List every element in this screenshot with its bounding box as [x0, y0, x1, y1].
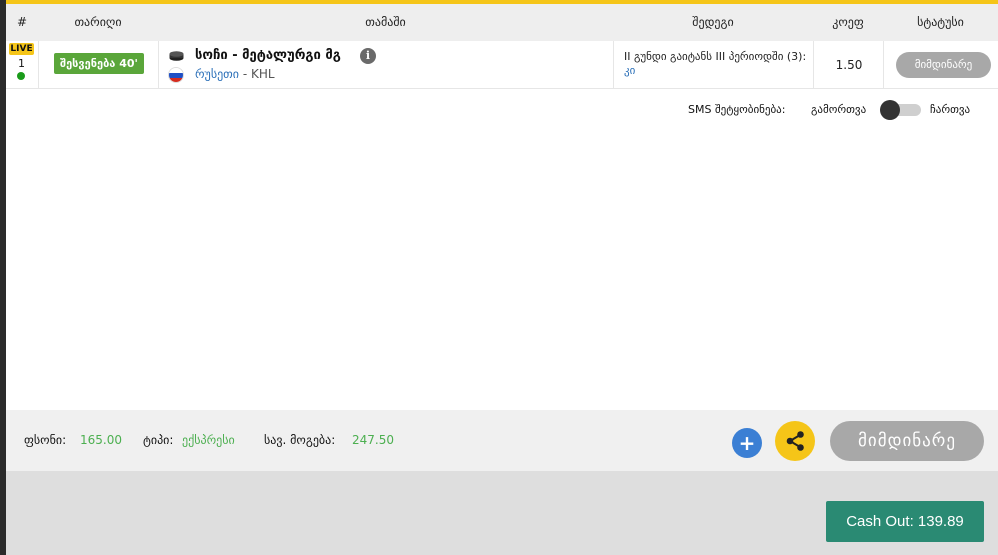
bet-status-badge: მიმდინარე: [896, 52, 991, 78]
sms-on-label[interactable]: ჩართვა: [930, 103, 970, 116]
add-button[interactable]: +: [732, 428, 762, 458]
odds-value: 1.50: [835, 58, 863, 72]
bet-type-value: ექსპრესი: [182, 433, 235, 447]
column-divider: [158, 41, 159, 89]
info-icon[interactable]: i: [360, 48, 376, 64]
bet-type-label: ტიპი:: [143, 433, 174, 447]
header-game: თამაში: [365, 15, 406, 29]
match-period-badge: შესვენება 40': [54, 53, 144, 74]
league-name: - KHL: [239, 67, 275, 81]
outcome-market: II გუნდი გაიტანს III პერიოდში (3):: [624, 50, 807, 63]
bet-status-button[interactable]: მიმდინარე: [830, 421, 984, 461]
potential-win-value: 247.50: [352, 433, 394, 447]
table-header: # თარიღი თამაში შედეგი კოეფ სტატუსი: [6, 4, 998, 41]
stake-value: 165.00: [80, 433, 122, 447]
toggle-knob[interactable]: [880, 100, 900, 120]
sms-toggle-switch[interactable]: [880, 100, 921, 120]
table-row: LIVE 1 შესვენება 40' სოჩი - მეტალურგი მგ…: [6, 41, 998, 89]
header-outcome: შედეგი: [692, 15, 734, 29]
footer-bar: Cash Out: 139.89: [6, 471, 998, 555]
match-title[interactable]: სოჩი - მეტალურგი მგ: [195, 48, 341, 63]
column-divider: [38, 41, 39, 89]
cash-out-button[interactable]: Cash Out: 139.89: [826, 501, 984, 542]
bet-details-panel: # თარიღი თამაში შედეგი კოეფ სტატუსი LIVE…: [6, 0, 998, 555]
share-button[interactable]: [775, 421, 815, 461]
header-number: #: [16, 15, 28, 29]
hockey-puck-icon: [169, 51, 184, 61]
stake-label: ფსონი:: [24, 433, 67, 447]
header-odds: კოეფ: [832, 15, 864, 29]
header-date: თარიღი: [74, 15, 122, 29]
outcome-description: II გუნდი გაიტანს III პერიოდში (3): კი: [624, 50, 814, 78]
column-divider: [613, 41, 614, 89]
league-info: რუსეთი - KHL: [195, 67, 275, 81]
row-number: 1: [18, 57, 25, 70]
header-status: სტატუსი: [917, 15, 964, 29]
russia-flag-icon: [168, 67, 184, 83]
country-name[interactable]: რუსეთი: [195, 67, 239, 81]
share-icon: [786, 431, 804, 451]
sms-off-label[interactable]: გამორთვა: [811, 103, 866, 116]
bet-summary-bar: ფსონი: 165.00 ტიპი: ექსპრესი სავ. მოგება…: [6, 410, 998, 471]
outcome-selection: კი: [624, 64, 636, 77]
potential-win-label: სავ. მოგება:: [264, 433, 336, 447]
live-indicator-dot: [17, 72, 25, 80]
sms-notification-label: SMS შეტყობინება:: [688, 103, 786, 116]
live-badge: LIVE: [9, 43, 34, 55]
